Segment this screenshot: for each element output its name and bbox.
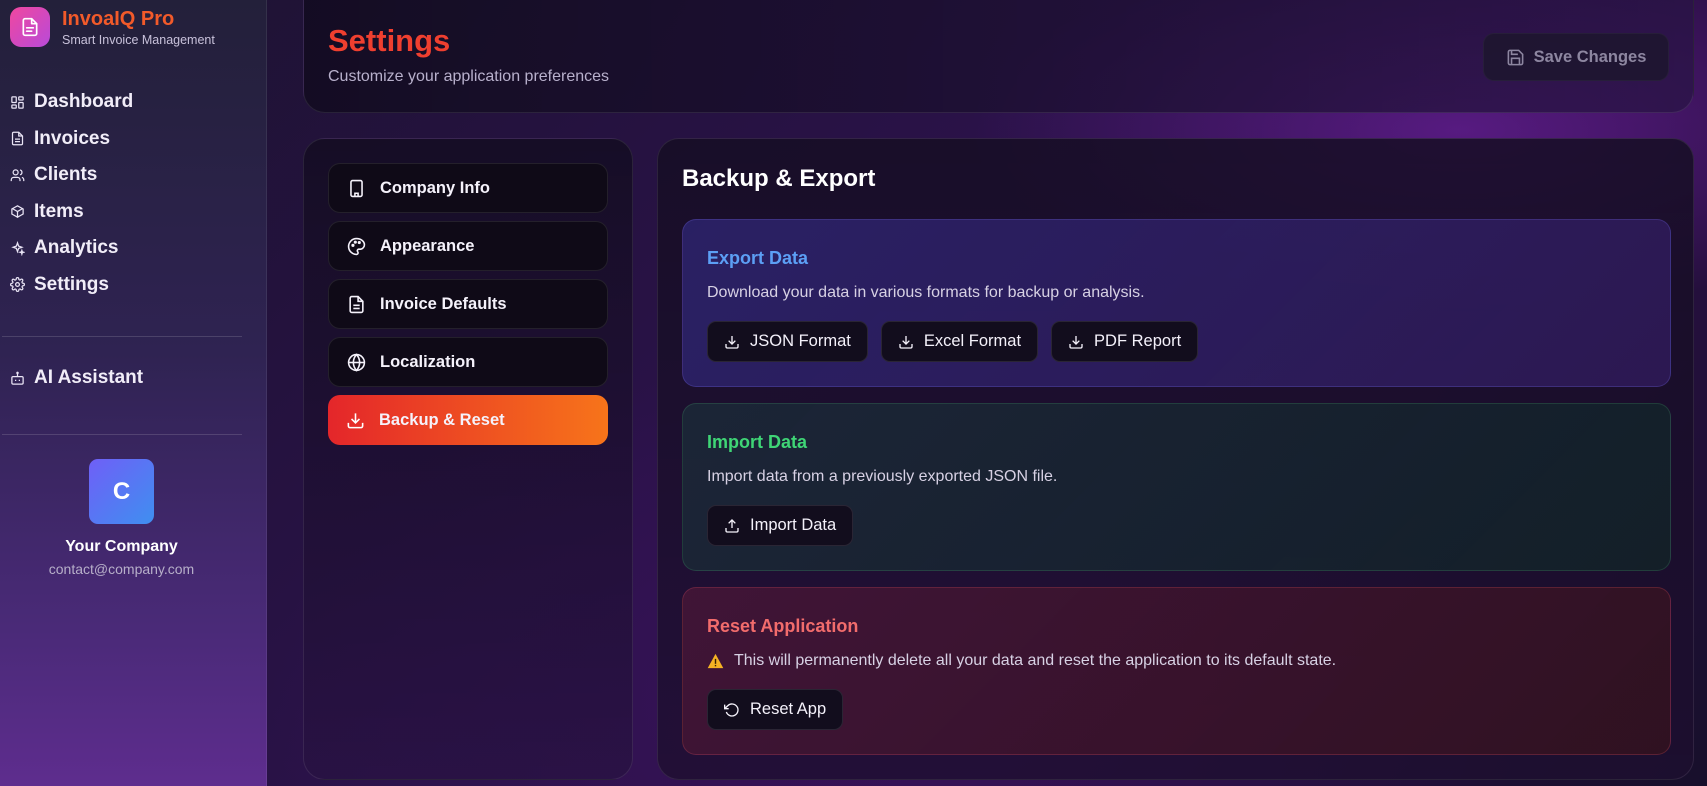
export-pdf-button[interactable]: PDF Report: [1051, 321, 1199, 362]
export-json-button[interactable]: JSON Format: [707, 321, 868, 362]
sidebar-divider: [2, 434, 242, 435]
settings-tabs: Company Info Appearance Invoice Defaults…: [303, 138, 633, 780]
reset-application-section: Reset Application This will permanently …: [682, 587, 1671, 755]
tab-backup-reset[interactable]: Backup & Reset: [328, 395, 608, 445]
import-data-button[interactable]: Import Data: [707, 505, 854, 546]
box-icon: [11, 205, 24, 219]
button-label: Excel Format: [923, 332, 1022, 350]
avatar: C: [89, 459, 154, 524]
sidebar-item-dashboard[interactable]: Dashboard: [10, 84, 133, 121]
button-label: Reset App: [750, 700, 827, 718]
page-header: Settings Customize your application pref…: [303, 0, 1694, 113]
export-description: Download your data in various formats fo…: [707, 284, 1145, 301]
company-profile[interactable]: C Your Company contact@company.com: [0, 459, 243, 577]
import-title: Import Data: [707, 432, 808, 452]
import-data-section: Import Data Import data from a previousl…: [682, 403, 1671, 571]
reset-title: Reset Application: [707, 616, 859, 636]
globe-icon: [347, 352, 366, 372]
save-changes-button[interactable]: Save Changes: [1483, 33, 1669, 81]
grid-icon: [11, 96, 24, 109]
sparkles-icon: [11, 240, 25, 256]
sidebar-item-label: Settings: [34, 273, 109, 295]
sidebar-item-items[interactable]: Items: [10, 194, 133, 231]
export-data-section: Export Data Download your data in variou…: [682, 219, 1671, 387]
sidebar: InvoaIQ Pro Smart Invoice Management Das…: [0, 0, 267, 786]
sidebar-item-invoices[interactable]: Invoices: [10, 121, 133, 158]
tab-company-info[interactable]: Company Info: [328, 163, 608, 213]
gear-icon: [10, 277, 25, 293]
users-icon: [10, 169, 25, 181]
save-icon: [1507, 49, 1524, 65]
content-title: Backup & Export: [682, 165, 876, 192]
sidebar-item-label: Analytics: [34, 237, 119, 259]
brand-subtitle: Smart Invoice Management: [62, 32, 215, 47]
file-icon: [11, 131, 24, 146]
tab-label: Localization: [380, 352, 476, 371]
upload-icon: [725, 518, 739, 533]
button-label: JSON Format: [750, 332, 851, 350]
company-email: contact@company.com: [48, 561, 195, 577]
tab-label: Invoice Defaults: [380, 294, 507, 313]
palette-icon: [347, 237, 366, 255]
import-description: Import data from a previously exported J…: [707, 468, 1058, 485]
sidebar-divider: [2, 336, 242, 337]
sidebar-item-analytics[interactable]: Analytics: [10, 230, 133, 267]
button-label: PDF Report: [1094, 332, 1182, 350]
building-icon: [350, 179, 363, 197]
button-label: Import Data: [750, 516, 837, 534]
reset-description: This will permanently delete all your da…: [734, 652, 1337, 669]
download-icon: [347, 412, 364, 428]
sidebar-nav: Dashboard Invoices Clients Items Analyti…: [10, 84, 133, 303]
sidebar-item-label: Invoices: [34, 127, 111, 149]
company-name: Your Company: [65, 538, 178, 555]
sidebar-item-ai-assistant[interactable]: AI Assistant: [10, 360, 143, 397]
brand-title: InvoaIQ Pro: [62, 7, 175, 30]
sidebar-item-settings[interactable]: Settings: [10, 267, 133, 304]
bot-icon: [11, 371, 24, 385]
sidebar-item-clients[interactable]: Clients: [10, 157, 133, 194]
sidebar-item-label: Clients: [34, 164, 98, 186]
tab-localization[interactable]: Localization: [328, 337, 608, 387]
page-subtitle: Customize your application preferences: [328, 68, 610, 85]
tab-appearance[interactable]: Appearance: [328, 221, 608, 271]
tab-label: Backup & Reset: [379, 410, 505, 429]
ai-assistant-label: AI Assistant: [34, 367, 144, 389]
export-title: Export Data: [707, 248, 809, 268]
tab-label: Appearance: [380, 236, 475, 255]
sidebar-item-label: Dashboard: [34, 91, 134, 113]
tab-invoice-defaults[interactable]: Invoice Defaults: [328, 279, 608, 329]
backup-export-panel: Backup & Export Export Data Download you…: [657, 138, 1694, 780]
reset-app-button[interactable]: Reset App: [707, 689, 844, 730]
download-icon: [1069, 335, 1083, 349]
sidebar-item-label: Items: [34, 200, 84, 222]
download-icon: [725, 335, 739, 349]
invoice-logo-icon: [10, 7, 50, 47]
tab-label: Company Info: [380, 178, 490, 197]
download-icon: [899, 335, 913, 349]
save-changes-label: Save Changes: [1533, 47, 1647, 66]
brand[interactable]: InvoaIQ Pro Smart Invoice Management: [10, 7, 215, 47]
export-excel-button[interactable]: Excel Format: [880, 321, 1039, 362]
reset-warning: This will permanently delete all your da…: [707, 652, 1336, 670]
page-title: Settings: [328, 23, 451, 58]
document-icon: [349, 295, 364, 313]
rotate-ccw-icon: [724, 702, 739, 717]
warning-icon: [707, 653, 724, 669]
